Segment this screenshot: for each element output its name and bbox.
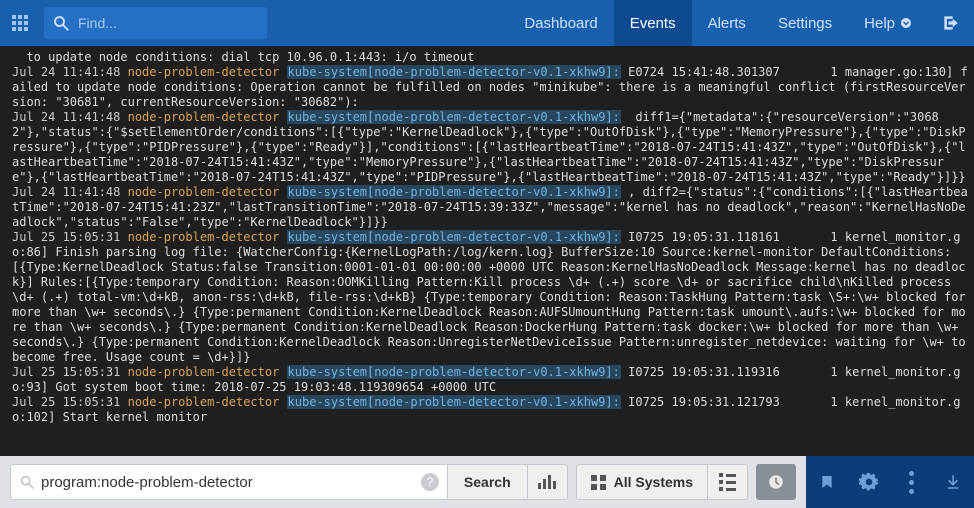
chevron-down-icon: [900, 17, 912, 29]
log-program: node-problem-detector: [128, 185, 280, 199]
dot-icon: [909, 489, 914, 494]
log-line[interactable]: to update node conditions: dial tcp 10.9…: [12, 50, 968, 65]
search-icon: [19, 474, 35, 490]
chart-mode-button[interactable]: [528, 464, 568, 500]
log-viewer[interactable]: to update node conditions: dial tcp 10.9…: [0, 46, 974, 456]
settings-gear-button[interactable]: [848, 456, 890, 508]
right-toolbar: [806, 456, 974, 508]
clock-icon: [767, 473, 785, 491]
top-nav: Dashboard Events Alerts Settings Help: [508, 0, 928, 46]
log-line[interactable]: Jul 25 15:05:31 node-problem-detector ku…: [12, 395, 968, 425]
query-input-wrap[interactable]: ?: [10, 464, 448, 500]
nav-help[interactable]: Help: [848, 0, 928, 46]
log-line[interactable]: Jul 25 15:05:31 node-problem-detector ku…: [12, 230, 968, 365]
logout-icon: [941, 13, 961, 33]
global-search[interactable]: [44, 7, 267, 39]
systems-button[interactable]: All Systems: [576, 464, 708, 500]
log-line[interactable]: Jul 25 15:05:31 node-problem-detector ku…: [12, 365, 968, 395]
systems-list-button[interactable]: [708, 464, 748, 500]
log-line[interactable]: Jul 24 11:41:48 node-problem-detector ku…: [12, 185, 968, 230]
bookmark-icon: [819, 472, 835, 492]
log-body: I0725 19:05:31.118161 1 kernel_monitor.g…: [12, 230, 973, 364]
nav-label: Help: [864, 15, 895, 32]
nav-label: Dashboard: [524, 15, 597, 32]
gear-icon: [859, 472, 879, 492]
log-timestamp: Jul 24 11:41:48: [12, 110, 128, 124]
log-program: node-problem-detector: [128, 395, 280, 409]
log-timestamp: Jul 25 15:05:31: [12, 395, 128, 409]
log-timestamp: Jul 24 11:41:48: [12, 65, 128, 79]
nav-label: Settings: [778, 15, 832, 32]
log-body: to update node conditions: dial tcp 10.9…: [12, 50, 474, 64]
log-program: node-problem-detector: [128, 110, 280, 124]
download-icon: [944, 472, 962, 492]
download-button[interactable]: [932, 456, 974, 508]
grid-icon: [591, 475, 606, 490]
search-button-label: Search: [464, 474, 511, 490]
log-source: kube-system[node-problem-detector-v0.1-x…: [287, 395, 621, 409]
query-help-icon[interactable]: ?: [421, 473, 439, 491]
log-program: node-problem-detector: [128, 365, 280, 379]
more-menu-button[interactable]: [890, 456, 932, 508]
bookmark-button[interactable]: [806, 456, 848, 508]
log-source: kube-system[node-problem-detector-v0.1-x…: [287, 230, 621, 244]
log-program: node-problem-detector: [128, 230, 280, 244]
log-source: kube-system[node-problem-detector-v0.1-x…: [287, 185, 621, 199]
log-program: node-problem-detector: [128, 65, 280, 79]
systems-button-label: All Systems: [614, 474, 693, 490]
log-source: kube-system[node-problem-detector-v0.1-x…: [287, 65, 621, 79]
log-line[interactable]: Jul 24 11:41:48 node-problem-detector ku…: [12, 110, 968, 185]
apps-menu-button[interactable]: [0, 0, 40, 46]
dot-icon: [909, 471, 914, 476]
query-input[interactable]: [41, 474, 415, 491]
bottom-bar: ? Search All Systems: [0, 456, 974, 508]
list-icon: [719, 473, 736, 491]
search-button[interactable]: Search: [448, 464, 528, 500]
nav-label: Alerts: [708, 15, 746, 32]
logout-button[interactable]: [928, 13, 974, 33]
log-source: kube-system[node-problem-detector-v0.1-x…: [287, 110, 621, 124]
search-icon: [52, 14, 70, 32]
log-timestamp: Jul 25 15:05:31: [12, 230, 128, 244]
top-bar: Dashboard Events Alerts Settings Help: [0, 0, 974, 46]
nav-dashboard[interactable]: Dashboard: [508, 0, 613, 46]
nav-events[interactable]: Events: [614, 0, 692, 46]
nav-label: Events: [630, 15, 676, 32]
log-source: kube-system[node-problem-detector-v0.1-x…: [287, 365, 621, 379]
apps-grid-icon: [12, 15, 28, 31]
nav-settings[interactable]: Settings: [762, 0, 848, 46]
log-timestamp: Jul 24 11:41:48: [12, 185, 128, 199]
nav-alerts[interactable]: Alerts: [692, 0, 762, 46]
log-line[interactable]: Jul 24 11:41:48 node-problem-detector ku…: [12, 65, 968, 110]
time-picker-button[interactable]: [756, 464, 796, 500]
log-timestamp: Jul 25 15:05:31: [12, 365, 128, 379]
dot-icon: [909, 480, 914, 485]
global-search-input[interactable]: [78, 15, 259, 31]
bar-chart-icon: [538, 475, 556, 489]
